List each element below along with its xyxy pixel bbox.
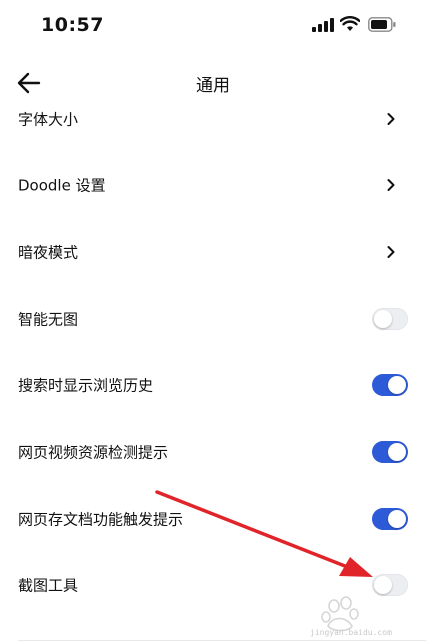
- save-document-toggle[interactable]: [372, 508, 408, 530]
- settings-item-label: 网页存文档功能触发提示: [18, 510, 184, 529]
- settings-item-smart-no-image: 智能无图: [0, 286, 426, 352]
- settings-list: 字体大小 Doodle 设置 暗夜模式 智能无图 搜索时显示浏览历史 网页视频资…: [0, 104, 426, 644]
- battery-icon: [368, 17, 396, 32]
- settings-item-video-detection: 网页视频资源检测提示: [0, 419, 426, 485]
- settings-item-font-size[interactable]: 字体大小: [0, 104, 426, 152]
- settings-item-search-history: 搜索时显示浏览历史: [0, 352, 426, 418]
- settings-item-label: Doodle 设置: [18, 176, 106, 195]
- settings-item-label: 智能无图: [18, 310, 79, 329]
- status-bar: 10:57: [0, 0, 426, 52]
- toggle-knob: [388, 376, 406, 394]
- navigation-bar: 通用: [0, 60, 426, 104]
- toggle-knob: [388, 510, 406, 528]
- status-time: 10:57: [41, 14, 104, 36]
- settings-item-label: 网页视频资源检测提示: [18, 443, 169, 462]
- watermark-text: jingyan.baidu.com: [310, 628, 392, 637]
- page-title: 通用: [196, 76, 230, 96]
- settings-item-label: 截图工具: [18, 576, 79, 595]
- settings-item-save-document: 网页存文档功能触发提示: [0, 486, 426, 552]
- search-history-toggle[interactable]: [372, 374, 408, 396]
- toggle-knob: [388, 443, 406, 461]
- chevron-right-icon: [387, 179, 395, 191]
- video-detection-toggle[interactable]: [372, 441, 408, 463]
- settings-item-label: 搜索时显示浏览历史: [18, 376, 154, 395]
- wifi-icon: [340, 16, 360, 31]
- chevron-right-icon: [387, 113, 395, 125]
- divider: [18, 640, 426, 641]
- settings-item-doodle[interactable]: Doodle 设置: [0, 152, 426, 218]
- smart-no-image-toggle[interactable]: [372, 308, 408, 330]
- signal-icon: [312, 18, 334, 32]
- chevron-right-icon: [387, 246, 395, 258]
- settings-item-label: 暗夜模式: [18, 243, 79, 262]
- toggle-knob: [374, 310, 392, 328]
- settings-item-label: 字体大小: [18, 110, 79, 129]
- settings-item-dark-mode[interactable]: 暗夜模式: [0, 219, 426, 285]
